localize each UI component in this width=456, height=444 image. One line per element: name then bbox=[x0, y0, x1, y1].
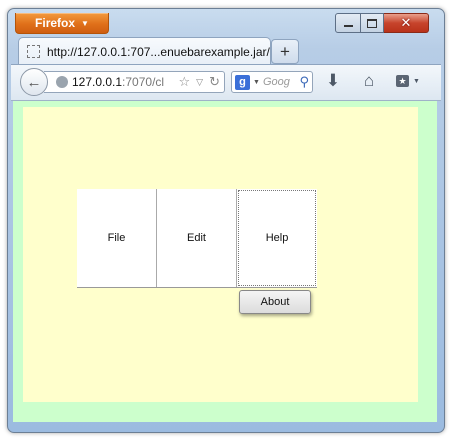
back-button[interactable]: ← bbox=[20, 68, 48, 96]
page-favicon-icon bbox=[27, 45, 40, 58]
menu-help[interactable]: Help bbox=[237, 189, 317, 287]
bookmarks-menu-button[interactable]: ★ ▼ bbox=[391, 71, 425, 91]
menu-edit[interactable]: Edit bbox=[157, 189, 237, 287]
download-icon: ⬇ bbox=[325, 71, 341, 90]
firefox-menu-button[interactable]: Firefox ▼ bbox=[15, 13, 109, 34]
globe-icon bbox=[56, 76, 68, 88]
maximize-icon bbox=[367, 18, 377, 28]
close-button[interactable]: ✕ bbox=[384, 13, 429, 33]
search-placeholder: Goog bbox=[262, 76, 290, 88]
menu-bar: File Edit Help bbox=[77, 189, 317, 288]
search-bar[interactable]: g ▼ Goog ⚲ bbox=[231, 71, 313, 93]
minimize-icon bbox=[343, 25, 353, 27]
url-host: 127.0.0.1 bbox=[72, 75, 123, 89]
home-button[interactable]: ⌂ bbox=[357, 71, 381, 91]
tab-title: http://127.0.0.1:707...enuebarexample.ja… bbox=[47, 44, 270, 59]
google-search-icon[interactable]: g bbox=[235, 74, 250, 90]
new-tab-button[interactable]: + bbox=[271, 39, 299, 64]
bookmark-star-icon[interactable]: ☆ bbox=[179, 74, 191, 90]
url-path: :7070/cl bbox=[122, 75, 165, 89]
search-engine-dropdown-icon[interactable]: ▼ bbox=[253, 79, 260, 86]
download-button[interactable]: ⬇ bbox=[322, 71, 344, 91]
new-tab-icon: + bbox=[280, 41, 290, 61]
bookmarks-dropdown-icon: ▼ bbox=[413, 77, 420, 85]
reload-icon[interactable]: ↻ bbox=[209, 74, 220, 90]
url-bar[interactable]: 127.0.0.1 :7070/cl ☆ ▽ ↻ bbox=[44, 71, 225, 93]
home-icon: ⌂ bbox=[363, 71, 375, 90]
menu-file[interactable]: File bbox=[77, 189, 157, 287]
firefox-dropdown-icon: ▼ bbox=[81, 18, 89, 28]
firefox-menu-label: Firefox bbox=[35, 16, 76, 30]
dropmarker-icon[interactable]: ▽ bbox=[196, 77, 203, 88]
maximize-button[interactable] bbox=[361, 13, 384, 33]
browser-tab[interactable]: http://127.0.0.1:707...enuebarexample.ja… bbox=[18, 37, 271, 65]
menu-item-about[interactable]: About bbox=[239, 290, 311, 314]
close-icon: ✕ bbox=[400, 15, 412, 30]
window-caption-buttons: ✕ bbox=[335, 13, 429, 33]
back-icon: ← bbox=[26, 73, 42, 91]
magnifier-icon[interactable]: ⚲ bbox=[299, 74, 309, 90]
bookmarks-menu-icon: ★ bbox=[396, 75, 410, 87]
minimize-button[interactable] bbox=[335, 13, 361, 33]
